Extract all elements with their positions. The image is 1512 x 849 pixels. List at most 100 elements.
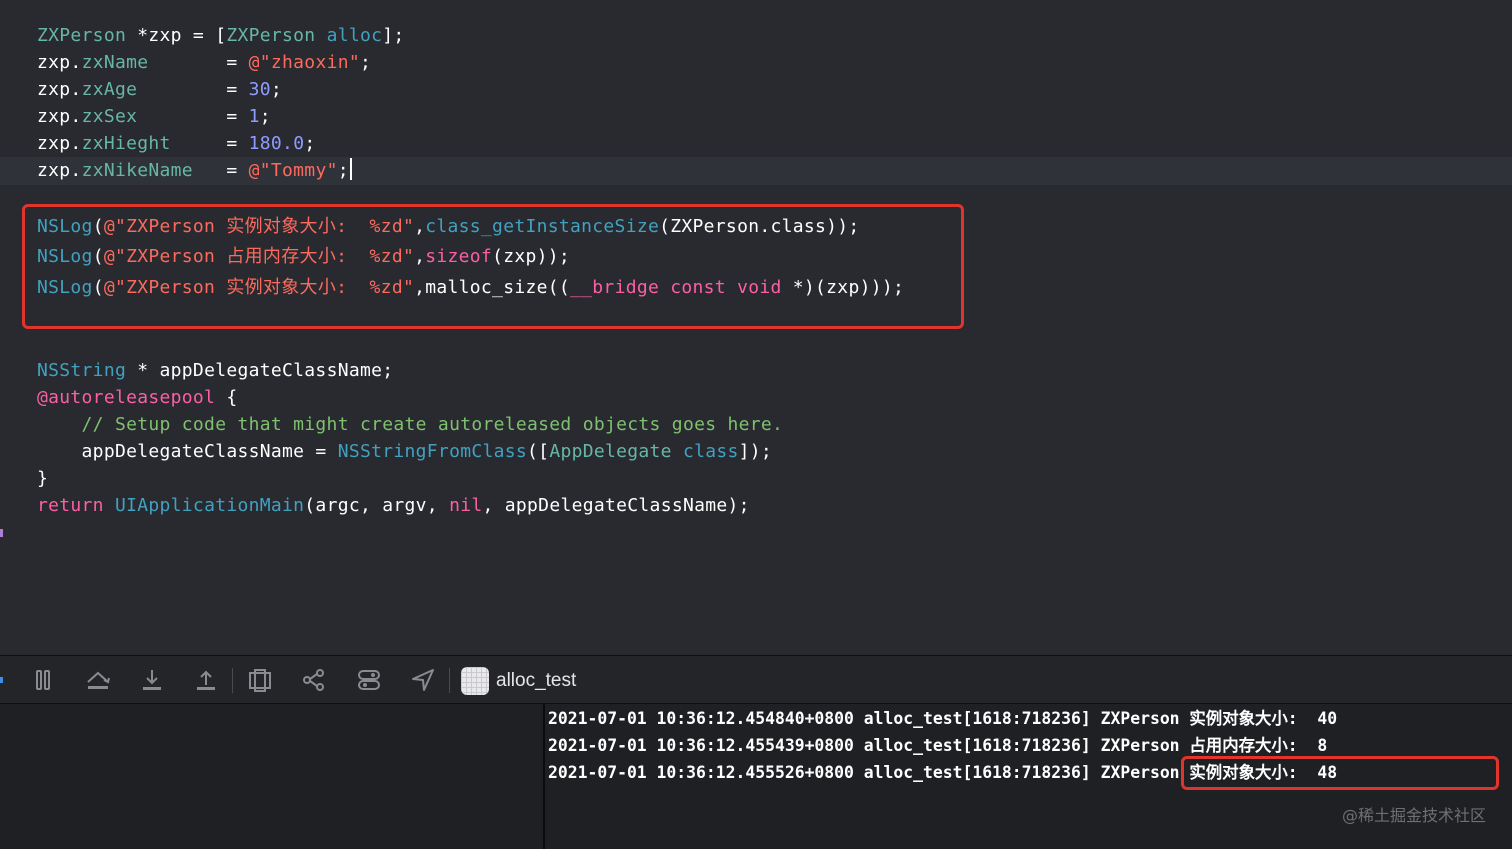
code-token: (argc, argv, (304, 495, 450, 516)
target-name[interactable]: alloc_test (496, 668, 576, 693)
code-token: NSString (37, 360, 127, 381)
code-line-3[interactable]: zxp.zxAge = 30; (37, 76, 282, 103)
code-token: zxHieght (81, 133, 171, 154)
code-token: , (414, 246, 426, 267)
code-line-comment[interactable]: // Setup code that might create autorele… (37, 411, 783, 438)
code-line-assign[interactable]: appDelegateClassName = NSStringFromClass… (37, 438, 772, 465)
code-token: NSLog (37, 246, 93, 267)
code-token: *)(zxp))); (781, 277, 905, 298)
code-token: (zxp)); (492, 246, 571, 267)
app-target-icon[interactable] (461, 667, 489, 695)
code-token: * appDelegateClassName; (126, 360, 394, 381)
step-over-icon[interactable] (84, 666, 112, 694)
location-icon[interactable] (409, 666, 437, 694)
code-line-nslog-2[interactable]: NSLog(@"ZXPerson 占用内存大小: %zd",sizeof(zxp… (37, 243, 570, 270)
code-token: sizeof (425, 246, 493, 267)
code-token: ( (92, 246, 104, 267)
code-token: ( (92, 216, 104, 237)
code-token: return (37, 495, 104, 516)
code-token: { (215, 387, 238, 408)
code-line-6-current[interactable]: zxp.zxNikeName = @"Tommy"; (37, 157, 352, 184)
code-token: zxp. (37, 133, 82, 154)
code-token: zxNikeName (81, 160, 193, 181)
pause-icon[interactable] (29, 666, 57, 694)
code-token: zxAge (81, 79, 138, 100)
code-token: zxp. (37, 52, 82, 73)
console-pane[interactable]: 2021-07-01 10:36:12.454840+0800 alloc_te… (545, 704, 1512, 849)
code-line-1[interactable]: ZXPerson *zxp = [ZXPerson alloc]; (37, 22, 405, 49)
text-cursor (349, 158, 352, 180)
code-editor[interactable]: ZXPerson *zxp = [ZXPerson alloc]; zxp.zx… (0, 0, 1512, 655)
code-token: // Setup code that might create autorele… (37, 414, 784, 435)
code-line-nslog-1[interactable]: NSLog(@"ZXPerson 实例对象大小: %zd",class_getI… (37, 213, 860, 240)
code-token: zxp. (37, 106, 82, 127)
code-token: (ZXPerson.class)); (659, 216, 860, 237)
code-token: ; (259, 106, 271, 127)
memory-graph-icon[interactable] (300, 666, 328, 694)
code-line-4[interactable]: zxp.zxSex = 1; (37, 103, 271, 130)
code-token: zxp. (37, 79, 82, 100)
code-token: @"Tommy" (248, 160, 338, 181)
code-token: AppDelegate (549, 441, 672, 462)
code-token: ZXPerson (37, 25, 127, 46)
code-token: class_getInstanceSize (425, 216, 660, 237)
code-token: , appDelegateClassName); (482, 495, 750, 516)
view-hierarchy-icon[interactable] (246, 666, 274, 694)
code-token: appDelegateClassName = (37, 441, 338, 462)
code-line-5[interactable]: zxp.zxHieght = 180.0; (37, 130, 315, 157)
code-token: = (137, 106, 249, 127)
code-token: alloc (326, 25, 383, 46)
step-out-icon[interactable] (192, 666, 220, 694)
code-token: @"ZXPerson 实例对象大小: %zd" (103, 277, 415, 298)
code-token: 180.0 (248, 133, 305, 154)
code-token: ; (270, 79, 283, 100)
code-token: @autoreleasepool (37, 387, 216, 408)
console-highlight-box (1181, 756, 1499, 790)
code-line-nslog-3[interactable]: NSLog(@"ZXPerson 实例对象大小: %zd",malloc_siz… (37, 274, 904, 301)
gutter-marker (0, 529, 3, 537)
code-token: NSLog (37, 216, 93, 237)
code-token: ; (337, 160, 349, 181)
code-token: __bridge const void (570, 277, 782, 298)
code-token: 1 (248, 106, 260, 127)
toolbar-separator (449, 668, 450, 693)
code-token: = (148, 52, 249, 73)
code-token: zxp. (37, 160, 82, 181)
code-token: ]; (382, 25, 405, 46)
code-token: @"ZXPerson 实例对象大小: %zd" (103, 216, 415, 237)
code-token: ( (92, 277, 104, 298)
console-line: 2021-07-01 10:36:12.454840+0800 alloc_te… (548, 709, 1338, 728)
code-token: = (137, 79, 249, 100)
code-token: = (192, 160, 249, 181)
code-token: , (414, 216, 426, 237)
code-token: *zxp = [ (126, 25, 227, 46)
code-token: ; (304, 133, 316, 154)
code-token: ZXPerson (226, 25, 316, 46)
watermark: @稀土掘金技术社区 (1341, 806, 1486, 825)
environment-overrides-icon[interactable] (355, 666, 383, 694)
code-token: zxSex (81, 106, 138, 127)
code-token: ; (360, 52, 372, 73)
code-token: @"ZXPerson 占用内存大小: %zd" (103, 246, 415, 267)
code-line-nsstring-decl[interactable]: NSString * appDelegateClassName; (37, 357, 393, 384)
step-into-icon[interactable] (138, 666, 166, 694)
code-token: nil (449, 495, 483, 516)
run-indicator (0, 677, 3, 683)
console-line: 2021-07-01 10:36:12.455439+0800 alloc_te… (548, 736, 1328, 755)
code-token: zxName (81, 52, 149, 73)
code-token: ]); (738, 441, 773, 462)
code-line-close-brace[interactable]: } (37, 465, 48, 492)
code-token: NSStringFromClass (337, 441, 528, 462)
code-token: @"zhaoxin" (248, 52, 360, 73)
code-line-return[interactable]: return UIApplicationMain(argc, argv, nil… (37, 492, 750, 519)
variables-pane[interactable] (0, 704, 544, 849)
code-token: ,malloc_size(( (414, 277, 571, 298)
code-token: NSLog (37, 277, 93, 298)
toolbar-separator (232, 668, 233, 693)
code-token: 30 (248, 79, 271, 100)
code-line-autoreleasepool[interactable]: @autoreleasepool { (37, 384, 237, 411)
code-line-2[interactable]: zxp.zxName = @"zhaoxin"; (37, 49, 371, 76)
